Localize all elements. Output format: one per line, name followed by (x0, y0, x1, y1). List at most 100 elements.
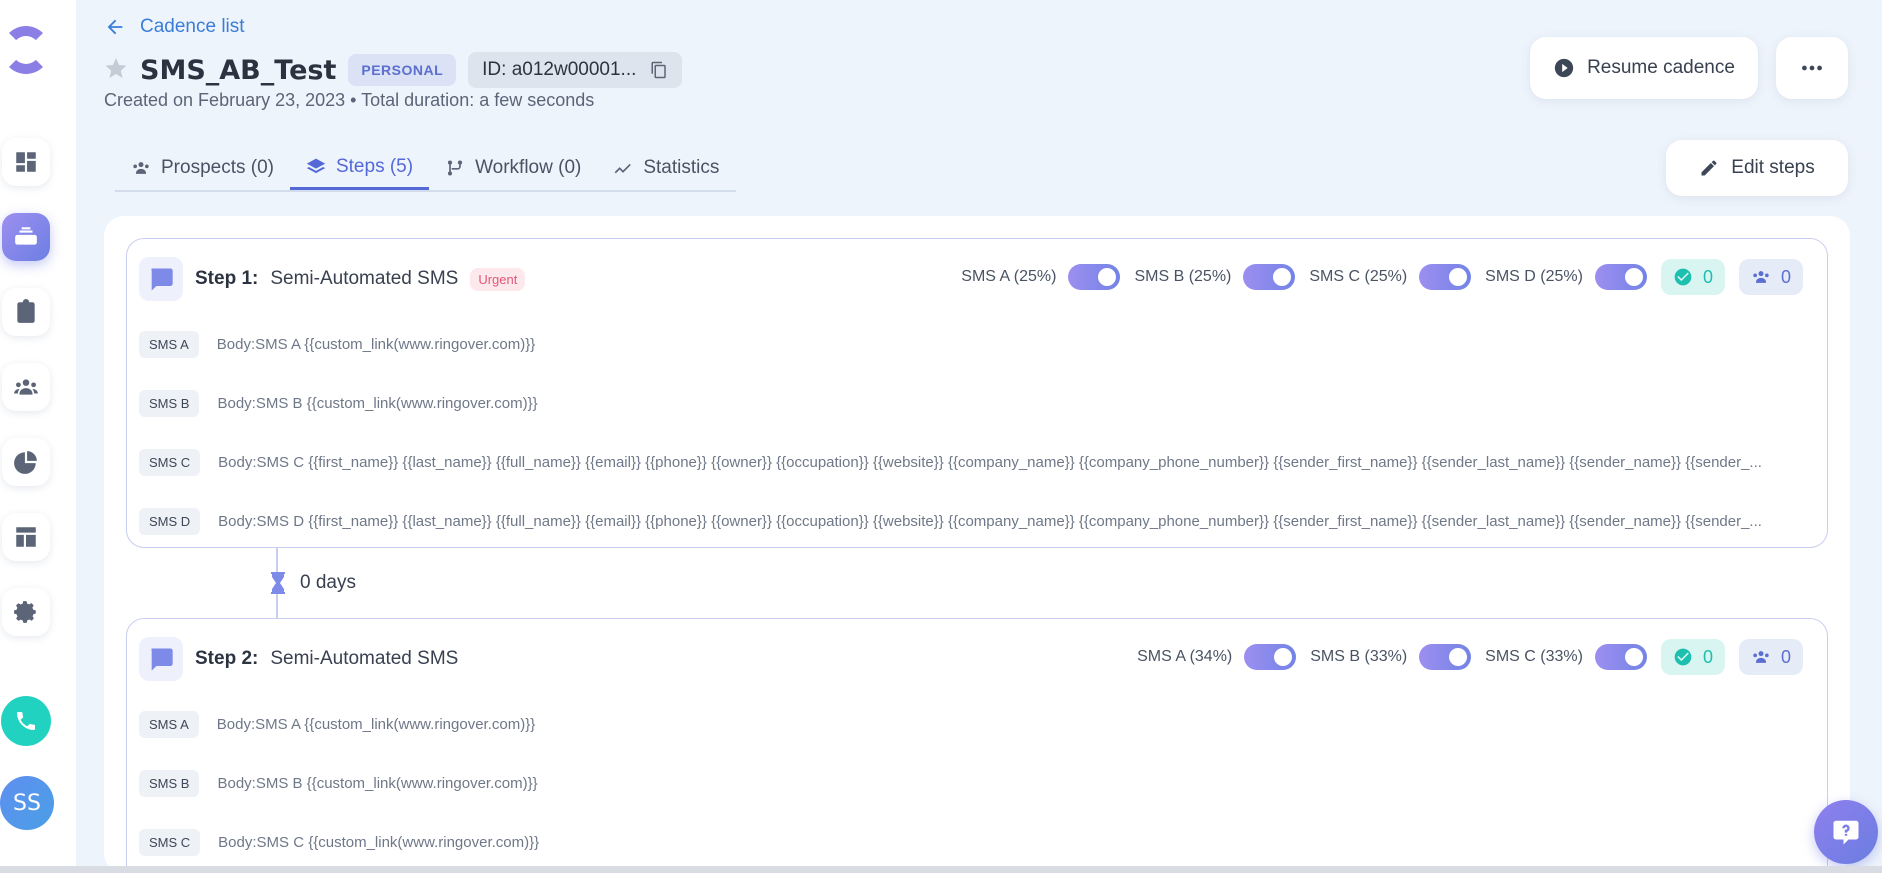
help-chat-button[interactable] (1814, 800, 1878, 864)
people-icon (133, 162, 149, 174)
tab-statistics[interactable]: Statistics (597, 146, 735, 190)
people-icon (1753, 651, 1769, 663)
edit-steps-label: Edit steps (1731, 157, 1815, 178)
people-icon (1753, 271, 1769, 283)
sms-row: SMS B Body:SMS B {{custom_link(www.ringo… (139, 390, 1807, 417)
personal-badge: PERSONAL (348, 54, 457, 86)
people-count: 0 (1780, 646, 1791, 667)
workflow-branch-icon (447, 160, 463, 176)
variant-sms-c: SMS C (33%) (1485, 644, 1647, 670)
cadence-id-chip: ID: a012w00001... (468, 52, 683, 88)
variant-label: SMS A (25%) (961, 268, 1057, 285)
horizontal-scrollbar[interactable] (0, 866, 1882, 873)
people-icon[interactable] (2, 363, 50, 411)
sms-body: Body:SMS C {{first_name}} {{last_name}} … (218, 454, 1762, 471)
step-label: Step 2: (195, 648, 259, 669)
title-row: SMS_AB_Test PERSONAL ID: a012w00001... (104, 52, 683, 88)
step-card-1[interactable]: Step 1: Semi-Automated SMS Urgent SMS A … (126, 238, 1828, 548)
people-count-chip: 0 (1738, 639, 1803, 675)
phone-call-button[interactable] (1, 696, 51, 746)
resume-cadence-label: Resume cadence (1587, 57, 1735, 78)
variant-label: SMS B (33%) (1310, 648, 1408, 665)
people-count-chip: 0 (1738, 259, 1803, 295)
delay-label: 0 days (300, 572, 356, 593)
completed-count-chip: 0 (1660, 259, 1725, 295)
variant-label: SMS D (25%) (1485, 268, 1583, 285)
user-avatar[interactable]: SS (0, 776, 54, 830)
settings-gear-icon[interactable] (2, 588, 50, 636)
completed-count: 0 (1702, 266, 1713, 287)
variant-label: SMS C (25%) (1309, 268, 1408, 285)
sms-body: Body:SMS D {{first_name}} {{last_name}} … (218, 513, 1762, 530)
cadence-id: ID: a012w00001... (482, 59, 637, 80)
step-header: Step 1: Semi-Automated SMS Urgent (139, 257, 526, 301)
variant-toggle[interactable] (1068, 264, 1121, 290)
sidebar: SS (0, 0, 76, 873)
tab-prospects-label: Prospects (0) (161, 157, 274, 178)
favorite-star-icon[interactable] (104, 56, 128, 85)
sms-row: SMS C Body:SMS C {{first_name}} {{last_n… (139, 449, 1807, 476)
trend-line-icon (615, 163, 632, 174)
cadences-icon[interactable] (2, 213, 50, 261)
variant-toggle[interactable] (1244, 644, 1297, 670)
layers-icon (306, 158, 326, 173)
step-label: Step 1: (195, 268, 259, 289)
variant-label: SMS A (34%) (1137, 648, 1233, 665)
sms-body: Body:SMS A {{custom_link(www.ringover.co… (216, 716, 536, 733)
completed-count: 0 (1702, 646, 1713, 667)
dashboard-icon[interactable] (2, 138, 50, 186)
variant-toggle[interactable] (1594, 644, 1647, 670)
sms-tag: SMS D (139, 508, 201, 535)
page-title: SMS_AB_Test (140, 54, 337, 86)
sms-tag: SMS A (139, 711, 199, 738)
tab-steps-label: Steps (5) (335, 155, 414, 177)
tab-workflow[interactable]: Workflow (0) (429, 146, 597, 190)
variant-toggles: SMS A (34%) SMS B (33%) SMS C (33%) 0 0 (1137, 639, 1803, 675)
variant-sms-d: SMS D (25%) (1485, 264, 1647, 290)
tab-statistics-label: Statistics (643, 157, 720, 178)
sms-body: Body:SMS A {{custom_link(www.ringover.co… (216, 336, 536, 353)
people-count: 0 (1780, 266, 1791, 287)
variant-sms-a: SMS A (25%) (961, 264, 1121, 290)
statistics-pie-icon[interactable] (2, 438, 50, 486)
step-delay: 0 days (270, 572, 356, 594)
sms-tag: SMS C (139, 829, 201, 856)
templates-icon[interactable] (2, 513, 50, 561)
variant-toggle[interactable] (1419, 264, 1472, 290)
play-circle-icon (1554, 58, 1574, 78)
tab-steps[interactable]: Steps (5) (289, 146, 430, 190)
back-label: Cadence list (140, 16, 245, 37)
variant-sms-b: SMS B (33%) (1310, 644, 1472, 670)
check-circle-icon (1674, 648, 1692, 666)
sms-row: SMS A Body:SMS A {{custom_link(www.ringo… (139, 711, 1807, 738)
variant-toggle[interactable] (1594, 264, 1647, 290)
variant-sms-c: SMS C (25%) (1309, 264, 1472, 290)
tasks-icon[interactable] (2, 288, 50, 336)
copy-icon[interactable] (650, 61, 668, 79)
sms-body: Body:SMS B {{custom_link(www.ringover.co… (217, 395, 538, 412)
variant-toggles: SMS A (25%) SMS B (25%) SMS C (25%) SMS … (961, 259, 1803, 295)
help-chat-icon (1833, 820, 1859, 845)
edit-steps-button[interactable]: Edit steps (1666, 140, 1848, 196)
sms-body: Body:SMS B {{custom_link(www.ringover.co… (217, 775, 538, 792)
sms-row: SMS A Body:SMS A {{custom_link(www.ringo… (139, 331, 1807, 358)
phone-icon (17, 712, 35, 730)
sms-row: SMS B Body:SMS B {{custom_link(www.ringo… (139, 770, 1807, 797)
sms-message-icon (139, 257, 183, 301)
tab-workflow-label: Workflow (0) (475, 157, 582, 178)
tab-bar: Prospects (0) Steps (5) Workflow (0) Sta… (115, 146, 736, 192)
step-type: Semi-Automated SMS (270, 268, 459, 289)
variant-toggle[interactable] (1243, 264, 1296, 290)
variant-toggle[interactable] (1419, 644, 1472, 670)
step-header: Step 2: Semi-Automated SMS (139, 637, 458, 681)
step-card-2[interactable]: Step 2: Semi-Automated SMS SMS A (34%) S… (126, 618, 1828, 873)
app-logo[interactable] (2, 26, 50, 74)
tab-prospects[interactable]: Prospects (0) (115, 146, 290, 190)
sms-tag: SMS B (139, 770, 200, 797)
resume-cadence-button[interactable]: Resume cadence (1530, 37, 1758, 99)
back-to-cadence-list[interactable]: Cadence list (104, 16, 245, 38)
more-options-button[interactable] (1776, 37, 1848, 99)
variant-sms-b: SMS B (25%) (1134, 264, 1296, 290)
sms-row: SMS C Body:SMS C {{custom_link(www.ringo… (139, 829, 1807, 856)
sms-tag: SMS B (139, 390, 200, 417)
